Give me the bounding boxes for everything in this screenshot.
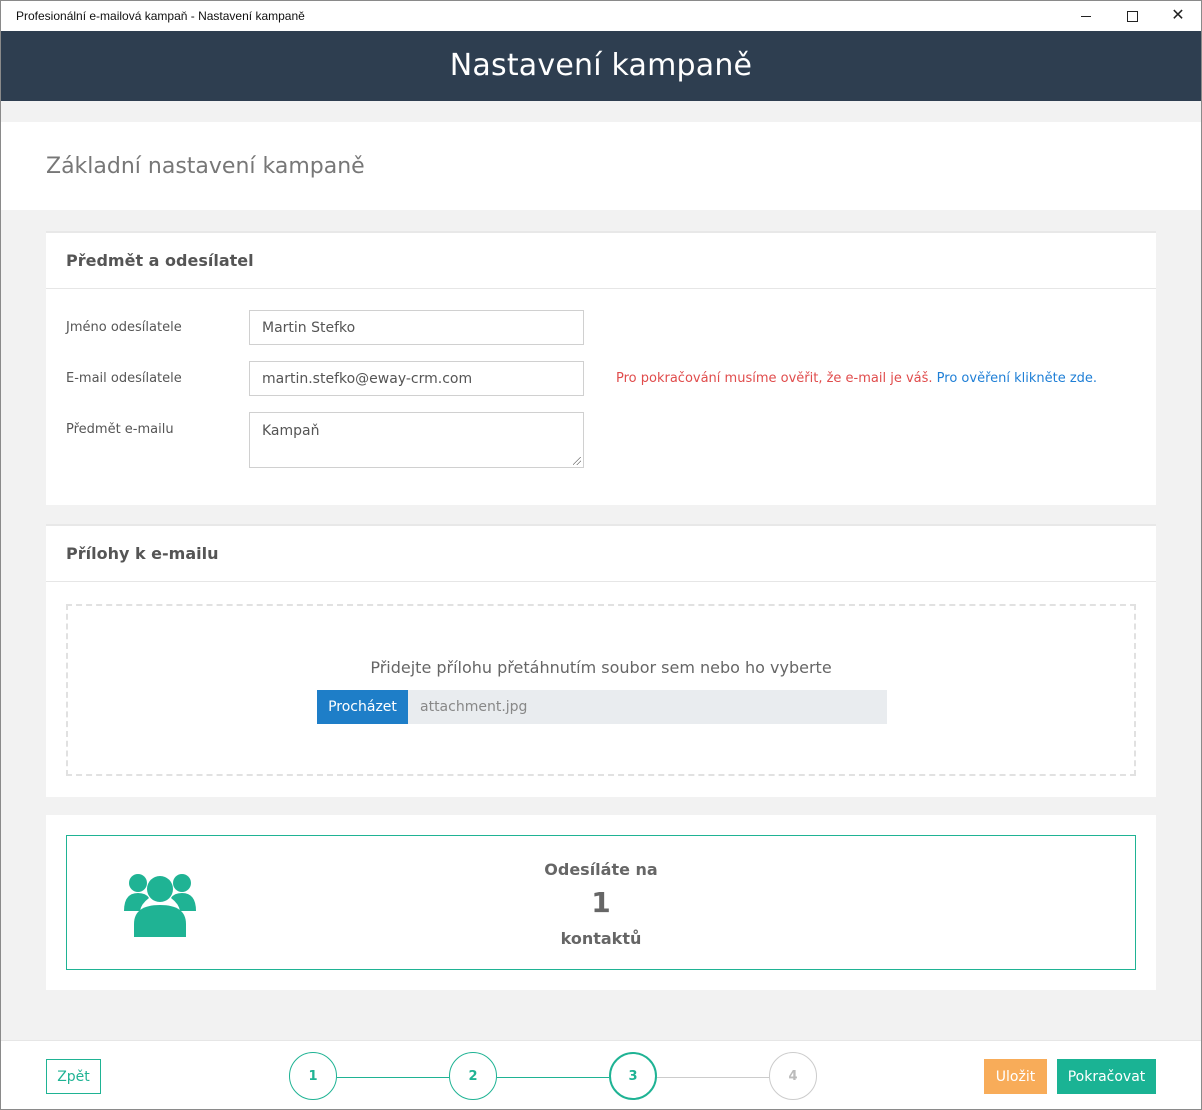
browse-button[interactable]: Procházet — [317, 690, 408, 724]
dropzone-text: Přidejte přílohu přetáhnutím soubor sem … — [370, 658, 832, 677]
maximize-button[interactable] — [1109, 1, 1155, 31]
close-button[interactable]: ✕ — [1155, 1, 1201, 31]
sender-panel-header: Předmět a odesílatel — [46, 233, 1156, 289]
maximize-icon — [1126, 10, 1138, 22]
attachments-panel-title: Přílohy k e-mailu — [66, 544, 219, 563]
sender-email-label: E-mail odesílatele — [66, 371, 182, 386]
save-button[interactable]: Uložit — [984, 1059, 1047, 1094]
subject-textarea[interactable]: Kampaň — [249, 412, 584, 468]
attachments-panel: Přílohy k e-mailu Přidejte přílohu přetá… — [46, 524, 1156, 797]
section-title: Základní nastavení kampaně — [46, 154, 365, 179]
step-1[interactable]: 1 — [289, 1052, 337, 1100]
step-connector — [497, 1077, 609, 1078]
section-header: Základní nastavení kampaně — [1, 122, 1201, 210]
continue-button[interactable]: Pokračovat — [1057, 1059, 1156, 1094]
sender-name-value: Martin Stefko — [262, 319, 356, 336]
recipients-box: Odesíláte na 1 kontaktů — [66, 835, 1136, 970]
page-header: Nastavení kampaně — [1, 31, 1201, 101]
file-name-field[interactable]: attachment.jpg — [408, 690, 887, 724]
recipients-panel: Odesíláte na 1 kontaktů — [46, 815, 1156, 990]
step-connector — [657, 1077, 769, 1078]
minimize-button[interactable] — [1063, 1, 1109, 31]
minimize-icon — [1081, 15, 1091, 17]
step-3-current[interactable]: 3 — [609, 1052, 657, 1100]
subject-value: Kampaň — [262, 423, 320, 439]
attachment-dropzone[interactable]: Přidejte přílohu přetáhnutím soubor sem … — [66, 604, 1136, 776]
email-verification-notice: Pro pokračování musíme ověřit, že e-mail… — [616, 371, 1097, 386]
verify-warning-text: Pro pokračování musíme ověřit, že e-mail… — [616, 371, 933, 386]
subject-label: Předmět e-mailu — [66, 422, 174, 437]
sender-email-value: martin.stefko@eway-crm.com — [262, 370, 473, 387]
title-bar: Profesionální e-mailová kampaň - Nastave… — [1, 1, 1201, 31]
step-4[interactable]: 4 — [769, 1052, 817, 1100]
contact-unit: kontaktů — [560, 929, 642, 948]
sender-panel-title: Předmět a odesílatel — [66, 251, 254, 270]
wizard-footer: Zpět 1 2 3 4 Uložit Pokračovat — [1, 1040, 1201, 1109]
attachments-panel-header: Přílohy k e-mailu — [46, 526, 1156, 582]
back-button[interactable]: Zpět — [46, 1059, 101, 1094]
resize-handle-icon[interactable] — [573, 457, 581, 465]
page-title: Nastavení kampaně — [449, 48, 753, 83]
verify-email-link[interactable]: Pro ověření klikněte zde. — [937, 371, 1097, 386]
sender-name-input[interactable]: Martin Stefko — [249, 310, 584, 345]
sender-email-input[interactable]: martin.stefko@eway-crm.com — [249, 361, 584, 396]
window-title: Profesionální e-mailová kampaň - Nastave… — [16, 9, 305, 23]
step-2[interactable]: 2 — [449, 1052, 497, 1100]
step-connector — [337, 1077, 449, 1078]
app-window: Profesionální e-mailová kampaň - Nastave… — [0, 0, 1202, 1110]
close-icon: ✕ — [1171, 7, 1185, 24]
sender-name-label: Jméno odesílatele — [66, 320, 182, 335]
contact-count: 1 — [591, 886, 611, 919]
sender-panel: Předmět a odesílatel Jméno odesílatele M… — [46, 231, 1156, 505]
sending-to-label: Odesíláte na — [544, 860, 658, 879]
